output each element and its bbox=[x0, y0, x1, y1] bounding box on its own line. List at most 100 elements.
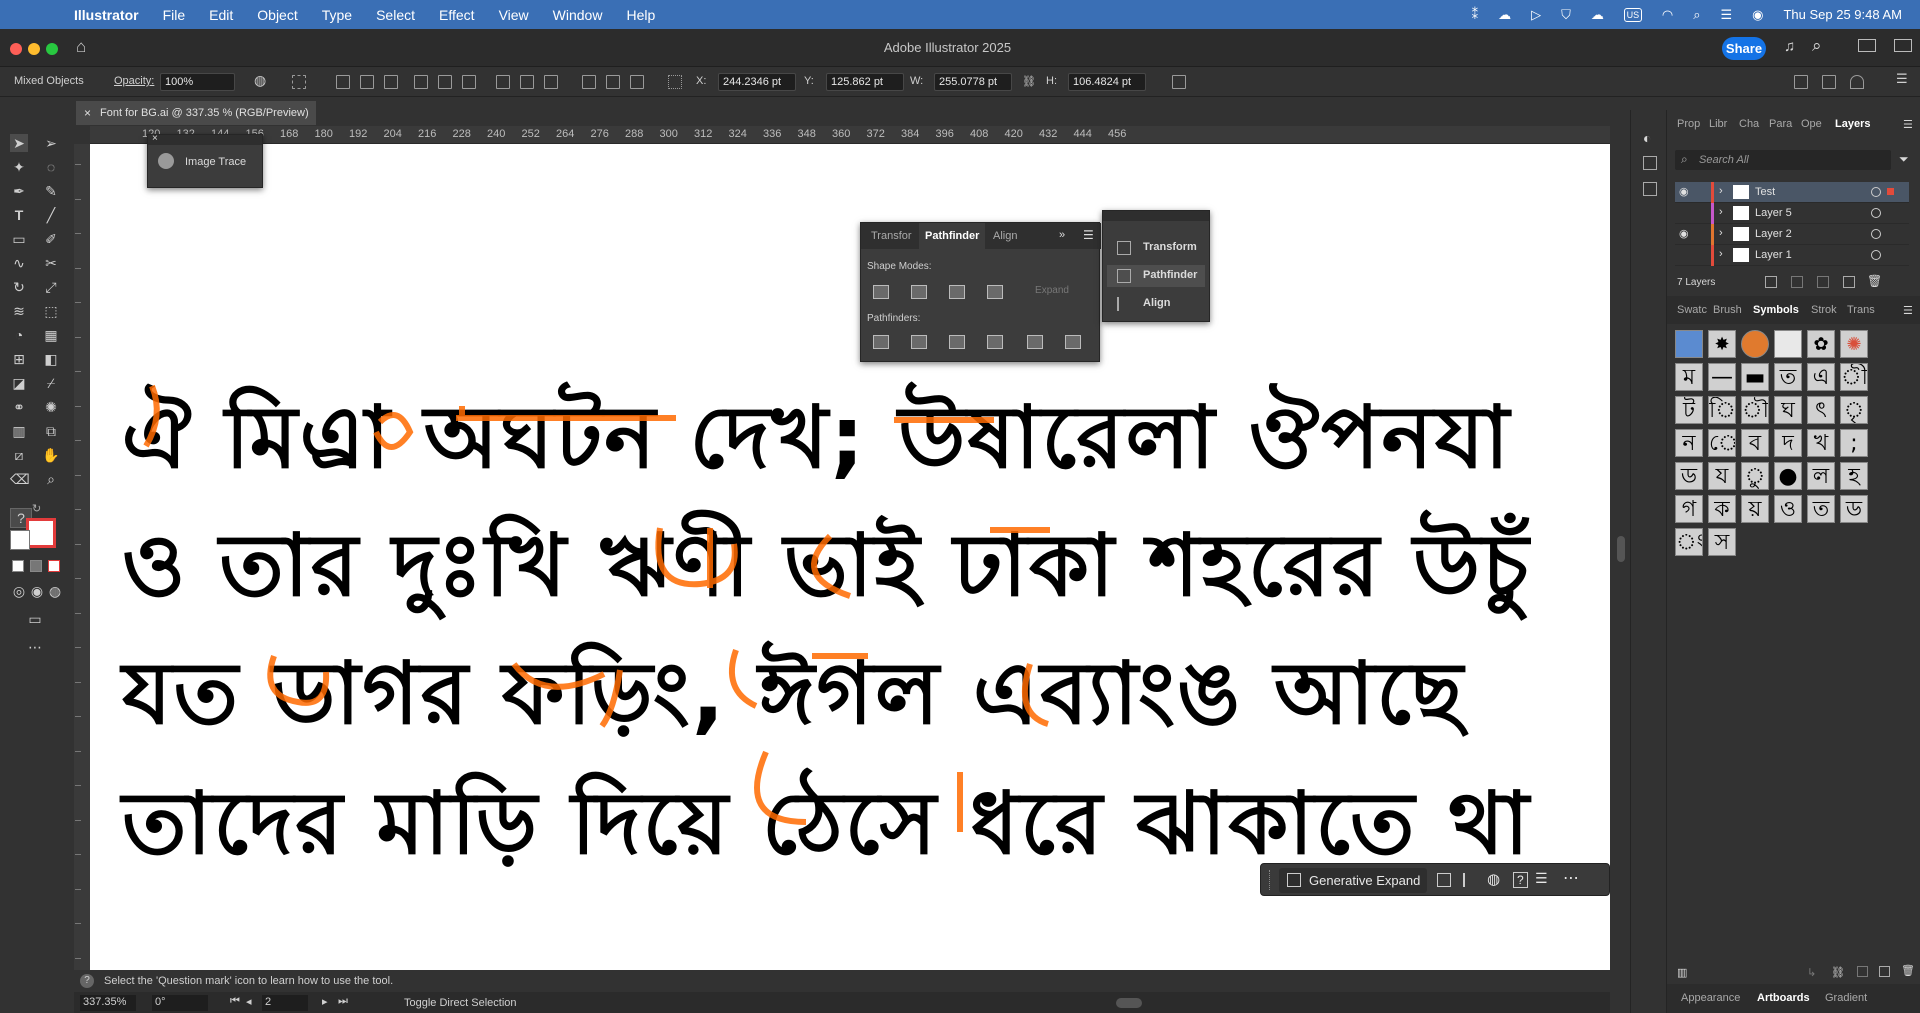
width-input[interactable]: 255.0778 pt bbox=[934, 73, 1012, 91]
make-clipping-mask-icon[interactable] bbox=[1765, 276, 1777, 288]
symbol-swatch[interactable]: ড bbox=[1840, 495, 1868, 523]
trim-icon[interactable] bbox=[911, 335, 927, 349]
column-graph-tool-icon[interactable]: ▥ bbox=[10, 422, 28, 440]
rotate-tool-icon[interactable]: ↻ bbox=[10, 278, 28, 296]
expand-layer-icon[interactable]: › bbox=[1719, 248, 1723, 260]
symbol-swatch[interactable]: ✺ bbox=[1840, 330, 1868, 358]
siri-icon[interactable]: ◉ bbox=[1752, 7, 1763, 23]
libraries-dock-icon[interactable] bbox=[1643, 156, 1657, 170]
divide-icon[interactable] bbox=[873, 335, 889, 349]
stroke-color-swatch[interactable] bbox=[26, 518, 56, 548]
expand-layer-icon[interactable]: › bbox=[1719, 185, 1723, 197]
symbol-options-icon[interactable] bbox=[1857, 966, 1868, 977]
live-paint-icon[interactable]: ◪ bbox=[10, 374, 28, 392]
magnet-icon[interactable] bbox=[1850, 75, 1864, 89]
menu-help[interactable]: Help bbox=[626, 7, 655, 23]
gradient-mode-icon[interactable] bbox=[30, 560, 42, 572]
symbol-swatch[interactable]: খ bbox=[1807, 429, 1835, 457]
properties-dock-icon[interactable]: ◐ bbox=[1643, 130, 1651, 146]
symbol-swatch[interactable]: ঘ bbox=[1774, 396, 1802, 424]
menu-type[interactable]: Type bbox=[322, 7, 352, 23]
search-icon[interactable]: ⌕ bbox=[1812, 36, 1822, 56]
align-top-icon[interactable] bbox=[414, 75, 428, 89]
symbol-swatch[interactable]: ৃ bbox=[1840, 396, 1868, 424]
symbol-swatch[interactable]: ৎ bbox=[1807, 396, 1835, 424]
arrange-icon[interactable] bbox=[1794, 75, 1808, 89]
warp-tool-icon[interactable]: ≋ bbox=[10, 302, 28, 320]
icloud-icon[interactable]: ☁ bbox=[1591, 7, 1604, 23]
tab-transform[interactable]: Transfor bbox=[871, 230, 912, 242]
tab-swatches[interactable]: Swatc bbox=[1677, 304, 1707, 316]
draw-normal-icon[interactable]: ◎ bbox=[10, 582, 28, 600]
free-transform-tool-icon[interactable]: ⬚ bbox=[42, 302, 60, 320]
layer-row[interactable]: ◉ › Test bbox=[1675, 182, 1909, 203]
figma-icon[interactable]: ⁑ bbox=[1472, 7, 1479, 23]
properties-icon[interactable]: ☰ bbox=[1535, 870, 1548, 887]
menu-window[interactable]: Window bbox=[553, 7, 603, 23]
symbol-swatch[interactable]: দ bbox=[1774, 429, 1802, 457]
align-horizontal-center-icon[interactable] bbox=[360, 75, 374, 89]
close-document-icon[interactable]: × bbox=[84, 106, 91, 120]
tab-character[interactable]: Cha bbox=[1739, 118, 1759, 130]
target-circle-icon[interactable] bbox=[1871, 229, 1881, 239]
image-trace-icon[interactable] bbox=[158, 153, 174, 169]
paintbrush-tool-icon[interactable]: ✐ bbox=[42, 230, 60, 248]
symbol-swatch[interactable]: ক bbox=[1708, 495, 1736, 523]
symbol-swatch[interactable]: ব bbox=[1741, 429, 1769, 457]
layer-row[interactable]: › Layer 1 bbox=[1675, 245, 1909, 266]
arrange-documents-icon[interactable] bbox=[1858, 39, 1876, 52]
zoom-level-field[interactable]: 337.35% bbox=[80, 995, 136, 1011]
arrange-icon[interactable] bbox=[1437, 873, 1451, 887]
align-panel-button[interactable]: Align bbox=[1107, 293, 1205, 315]
symbol-swatch[interactable]: ে bbox=[1708, 429, 1736, 457]
artboard-number-field[interactable]: 2 bbox=[262, 995, 308, 1011]
curvature-tool-icon[interactable]: ✎ bbox=[42, 182, 60, 200]
slice-tool-icon[interactable]: ⧄ bbox=[10, 446, 28, 464]
distribute-hcenter-icon[interactable] bbox=[606, 75, 620, 89]
creative-cloud-icon[interactable]: ☁ bbox=[1498, 7, 1511, 23]
recolor-task-icon[interactable]: ◍ bbox=[1487, 870, 1500, 888]
symbol-swatch[interactable]: য় bbox=[1741, 495, 1769, 523]
spotlight-icon[interactable]: ⌕ bbox=[1693, 7, 1700, 23]
opacity-label[interactable]: Opacity: bbox=[114, 75, 154, 87]
mesh-tool-icon[interactable]: ⊞ bbox=[10, 350, 28, 368]
more-options-icon[interactable]: ⋯ bbox=[1563, 868, 1579, 888]
new-sublayer-icon[interactable] bbox=[1791, 276, 1803, 288]
transform-icon[interactable] bbox=[1172, 75, 1186, 89]
lasso-tool-icon[interactable]: ◌ bbox=[42, 158, 60, 176]
symbol-swatch[interactable] bbox=[1741, 330, 1769, 358]
align-right-icon[interactable] bbox=[384, 75, 398, 89]
symbol-swatch[interactable]: ম bbox=[1675, 363, 1703, 391]
pen-tool-icon[interactable]: ✒ bbox=[10, 182, 28, 200]
layer-name[interactable]: Layer 5 bbox=[1755, 207, 1792, 219]
task-bar-grip[interactable] bbox=[1269, 870, 1273, 890]
symbol-swatch[interactable]: ড bbox=[1675, 462, 1703, 490]
close-panel-icon[interactable]: × bbox=[152, 133, 158, 144]
symbol-swatch[interactable]: ৗ bbox=[1741, 396, 1769, 424]
symbol-swatch[interactable]: স bbox=[1708, 528, 1736, 556]
menu-app-name[interactable]: Illustrator bbox=[74, 7, 139, 23]
tab-brushes[interactable]: Brush bbox=[1713, 304, 1742, 316]
tab-opentype[interactable]: Ope bbox=[1801, 118, 1822, 130]
workspace-switcher-icon[interactable] bbox=[1894, 39, 1912, 52]
break-link-icon[interactable]: ⛓ bbox=[1831, 966, 1845, 979]
symbol-swatch[interactable] bbox=[1675, 330, 1703, 358]
swap-fill-stroke-icon[interactable]: ↻ bbox=[32, 502, 48, 518]
document-tab[interactable]: × Font for BG.ai @ 337.35 % (RGB/Preview… bbox=[76, 101, 316, 125]
intersect-icon[interactable] bbox=[949, 285, 965, 299]
tab-appearance[interactable]: Appearance bbox=[1681, 992, 1740, 1004]
symbol-swatch[interactable]: ী bbox=[1840, 363, 1868, 391]
artboard-tool-icon[interactable]: ⧉ bbox=[42, 422, 60, 440]
draw-inside-icon[interactable]: ◍ bbox=[46, 582, 64, 600]
color-mode-icon[interactable] bbox=[12, 560, 24, 572]
crop-icon[interactable] bbox=[987, 335, 1003, 349]
menu-file[interactable]: File bbox=[163, 7, 186, 23]
draw-behind-icon[interactable]: ◉ bbox=[28, 582, 46, 600]
symbol-swatch[interactable]: য bbox=[1708, 462, 1736, 490]
filter-icon[interactable]: ⏷ bbox=[1899, 152, 1909, 167]
control-bar-menu-icon[interactable]: ☰ bbox=[1896, 71, 1908, 87]
generative-expand-button[interactable]: Generative Expand bbox=[1279, 868, 1427, 893]
export-dock-icon[interactable] bbox=[1643, 182, 1657, 196]
x-position-input[interactable]: 244.2346 pt bbox=[718, 73, 796, 91]
y-position-input[interactable]: 125.862 pt bbox=[826, 73, 904, 91]
